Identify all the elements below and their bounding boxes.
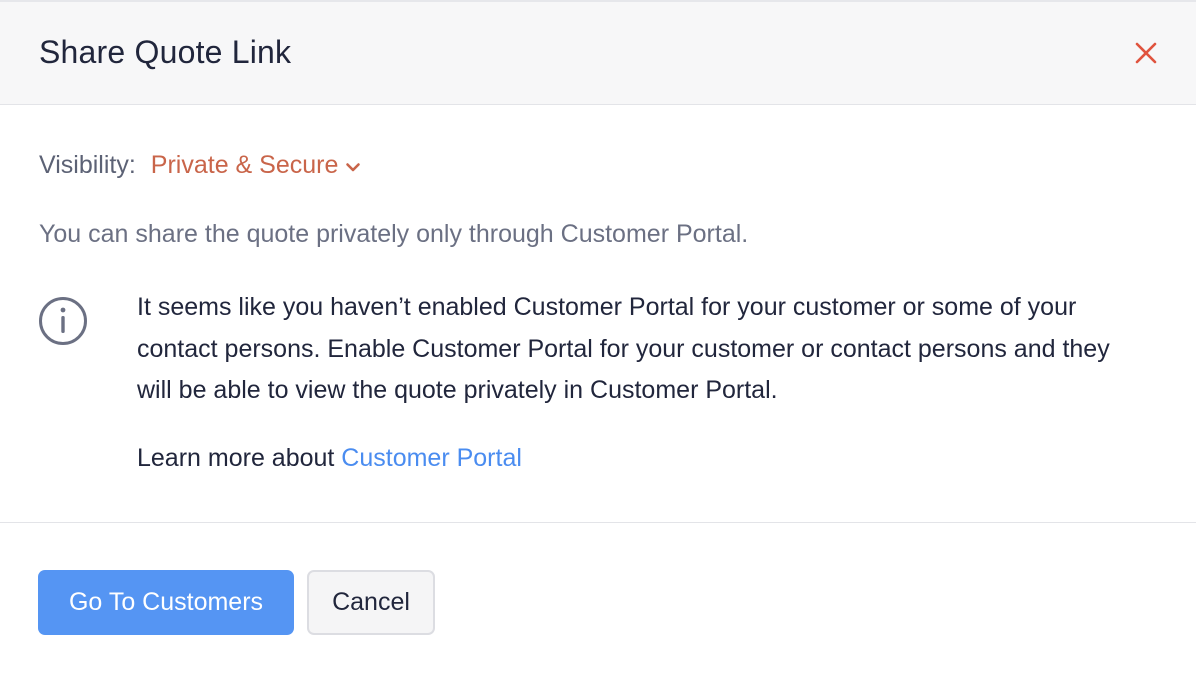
visibility-dropdown[interactable]: Private & Secure — [151, 151, 362, 180]
visibility-row: Visibility: Private & Secure — [39, 151, 361, 180]
dialog-header: Share Quote Link — [0, 0, 1196, 105]
learn-more-prefix: Learn more about — [137, 444, 342, 472]
dialog-title: Share Quote Link — [39, 34, 292, 70]
portal-warning-message: It seems like you haven’t enabled Custom… — [137, 293, 1110, 404]
visibility-value: Private & Secure — [150, 151, 339, 179]
share-quote-link-dialog: Share Quote Link Visibility: Private & S… — [0, 0, 1196, 674]
close-icon — [1135, 42, 1157, 64]
customer-portal-link[interactable]: Customer Portal — [341, 444, 522, 472]
share-description: You can share the quote privately only t… — [39, 220, 749, 248]
learn-more-text: Learn more about Customer Portal — [137, 444, 522, 473]
go-to-customers-button[interactable]: Go To Customers — [38, 570, 294, 635]
footer-divider — [0, 522, 1196, 523]
chevron-down-icon — [346, 163, 361, 172]
close-button[interactable] — [1128, 35, 1164, 71]
info-icon — [39, 297, 87, 345]
cancel-button[interactable]: Cancel — [307, 570, 435, 635]
visibility-label: Visibility: — [39, 151, 136, 179]
